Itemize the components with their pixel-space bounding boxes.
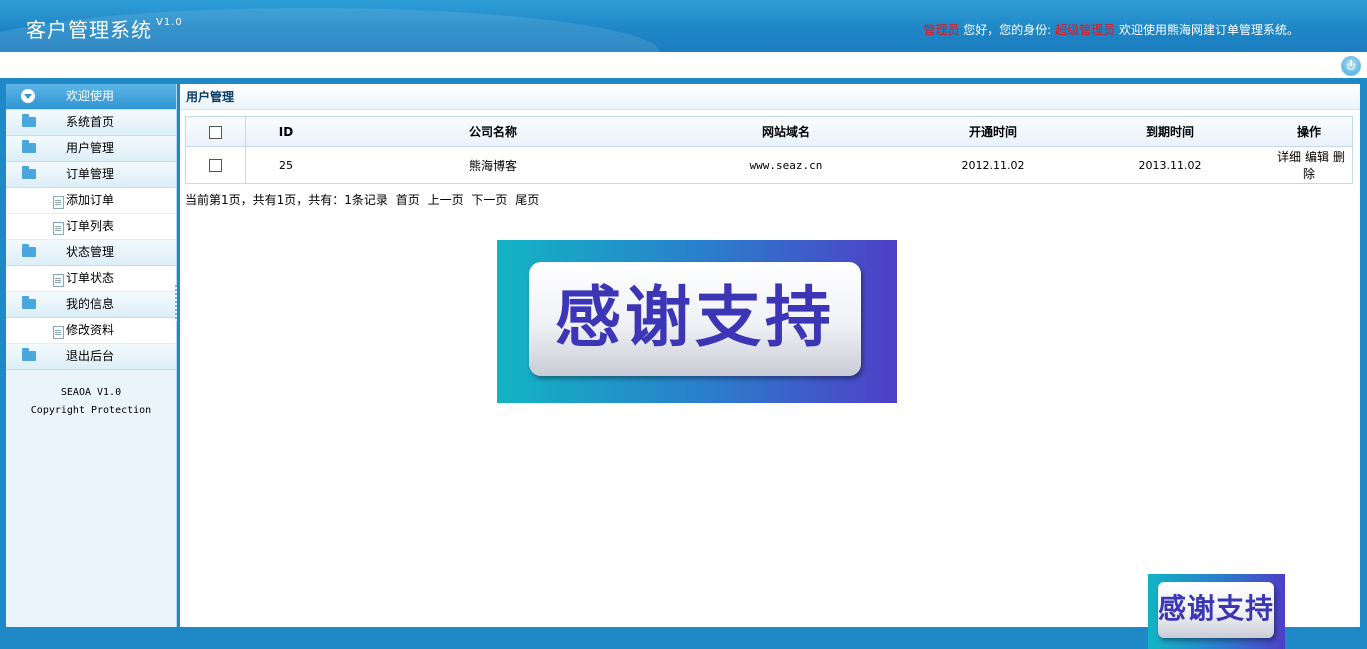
cell-domain: www.seaz.cn	[660, 146, 912, 184]
copyright-text: Copyright Protection	[30, 405, 152, 416]
folder-icon	[22, 114, 36, 127]
row-checkbox[interactable]	[209, 158, 222, 172]
folder-icon	[22, 140, 36, 153]
app-title-text: 客户管理系统	[26, 18, 152, 42]
sidebar-item-label: 退出后台	[66, 349, 115, 363]
column-header-actions: 操作	[1266, 116, 1353, 147]
sidebar-item-welcome[interactable]: 欢迎使用	[6, 84, 176, 110]
first-page-link[interactable]: 首页	[396, 193, 420, 207]
collapse-icon	[21, 89, 35, 103]
folder-icon	[22, 348, 36, 361]
user-greeting: 管理员 您好，您的身份: 超级管理员 欢迎使用熊海网建订单管理系统。	[923, 21, 1299, 38]
folder-icon	[22, 166, 36, 179]
document-icon	[53, 196, 64, 209]
sidebar-item-status[interactable]: 状态管理	[6, 240, 176, 266]
cell-open-date: 2012.11.02	[912, 146, 1074, 184]
thanks-badge[interactable]: 感谢支持	[1148, 574, 1285, 649]
column-header-id: ID	[245, 116, 326, 147]
cell-actions: 详细 编辑 删除	[1266, 146, 1353, 184]
sidebar-subitem-label: 订单状态	[66, 271, 115, 285]
sidebar: 欢迎使用 系统首页 用户管理 订单管理 添加订单 订单列表 状态管理 订单状态 …	[6, 84, 177, 627]
column-header-domain: 网站域名	[660, 116, 912, 147]
toolbar-strip	[0, 52, 1367, 78]
sidebar-subitem-label: 订单列表	[66, 219, 115, 233]
sidebar-item-label: 系统首页	[66, 115, 115, 129]
sidebar-item-label: 用户管理	[66, 141, 115, 155]
power-icon[interactable]	[1341, 56, 1361, 76]
sidebar-item-home[interactable]: 系统首页	[6, 110, 176, 136]
sidebar-item-label: 状态管理	[66, 245, 115, 259]
welcome-text: 欢迎使用熊海网建订单管理系统。	[1115, 23, 1299, 37]
select-all-cell	[185, 116, 246, 147]
prev-page-link[interactable]: 上一页	[428, 193, 464, 207]
column-header-open-date: 开通时间	[912, 116, 1074, 147]
app-title: 客户管理系统 V1.0	[26, 14, 183, 43]
copyright-version: SEAOA V1.0	[60, 387, 122, 398]
sidebar-item-my-info[interactable]: 我的信息	[6, 292, 176, 318]
user-name: 管理员	[923, 23, 960, 37]
cell-company: 熊海博客	[326, 146, 660, 184]
column-header-expire-date: 到期时间	[1074, 116, 1266, 147]
document-icon	[53, 274, 64, 287]
document-icon	[53, 222, 64, 235]
app-version: V1.0	[156, 17, 183, 29]
sidebar-item-orders[interactable]: 订单管理	[6, 162, 176, 188]
edit-link[interactable]: 编辑	[1305, 150, 1329, 164]
sidebar-item-label: 我的信息	[66, 297, 115, 311]
greeting-text: 您好，您的身份:	[959, 23, 1056, 37]
user-table: ID 公司名称 网站域名 开通时间 到期时间 操作 25 熊海博客 www.se…	[185, 116, 1353, 184]
badge-text: 感谢支持	[1158, 592, 1275, 625]
banner-text: 感谢支持	[555, 279, 835, 356]
app-header: 客户管理系统 V1.0 管理员 您好，您的身份: 超级管理员 欢迎使用熊海网建订单…	[0, 0, 1367, 52]
folder-icon	[22, 296, 36, 309]
pagination-summary: 当前第1页，共有1页，共有：1条记录	[185, 193, 388, 207]
sidebar-item-label: 订单管理	[66, 167, 115, 181]
sidebar-subitem-order-status[interactable]: 订单状态	[6, 266, 176, 292]
sidebar-splitter-handle[interactable]	[175, 285, 177, 321]
sidebar-subitem-order-list[interactable]: 订单列表	[6, 214, 176, 240]
main-content: 用户管理 ID 公司名称 网站域名 开通时间 到期时间 操作 25 熊海博客 w…	[180, 84, 1360, 627]
row-select-cell	[185, 146, 246, 184]
table-header-row: ID 公司名称 网站域名 开通时间 到期时间 操作	[185, 116, 1353, 147]
cell-id: 25	[245, 146, 326, 184]
sidebar-subitem-label: 添加订单	[66, 193, 115, 207]
thanks-banner: 感谢支持	[497, 240, 897, 403]
badge-button-face: 感谢支持	[1158, 582, 1274, 638]
banner-button-face: 感谢支持	[529, 262, 861, 376]
sidebar-item-logout[interactable]: 退出后台	[6, 344, 176, 370]
cell-expire-date: 2013.11.02	[1074, 146, 1266, 184]
column-header-company: 公司名称	[326, 116, 660, 147]
table-row: 25 熊海博客 www.seaz.cn 2012.11.02 2013.11.0…	[185, 146, 1353, 184]
pagination: 当前第1页，共有1页，共有：1条记录 首页 上一页 下一页 尾页	[185, 191, 539, 208]
sidebar-subitem-add-order[interactable]: 添加订单	[6, 188, 176, 214]
page-title: 用户管理	[180, 84, 1360, 110]
sidebar-subitem-label: 修改资料	[66, 323, 115, 337]
last-page-link[interactable]: 尾页	[515, 193, 539, 207]
next-page-link[interactable]: 下一页	[471, 193, 507, 207]
detail-link[interactable]: 详细	[1277, 150, 1301, 164]
user-role: 超级管理员	[1055, 23, 1116, 37]
select-all-checkbox[interactable]	[209, 125, 222, 139]
document-icon	[53, 326, 64, 339]
copyright-block: SEAOA V1.0 Copyright Protection	[6, 384, 176, 420]
folder-icon	[22, 244, 36, 257]
sidebar-item-label: 欢迎使用	[66, 89, 115, 103]
sidebar-item-users[interactable]: 用户管理	[6, 136, 176, 162]
sidebar-subitem-edit-profile[interactable]: 修改资料	[6, 318, 176, 344]
